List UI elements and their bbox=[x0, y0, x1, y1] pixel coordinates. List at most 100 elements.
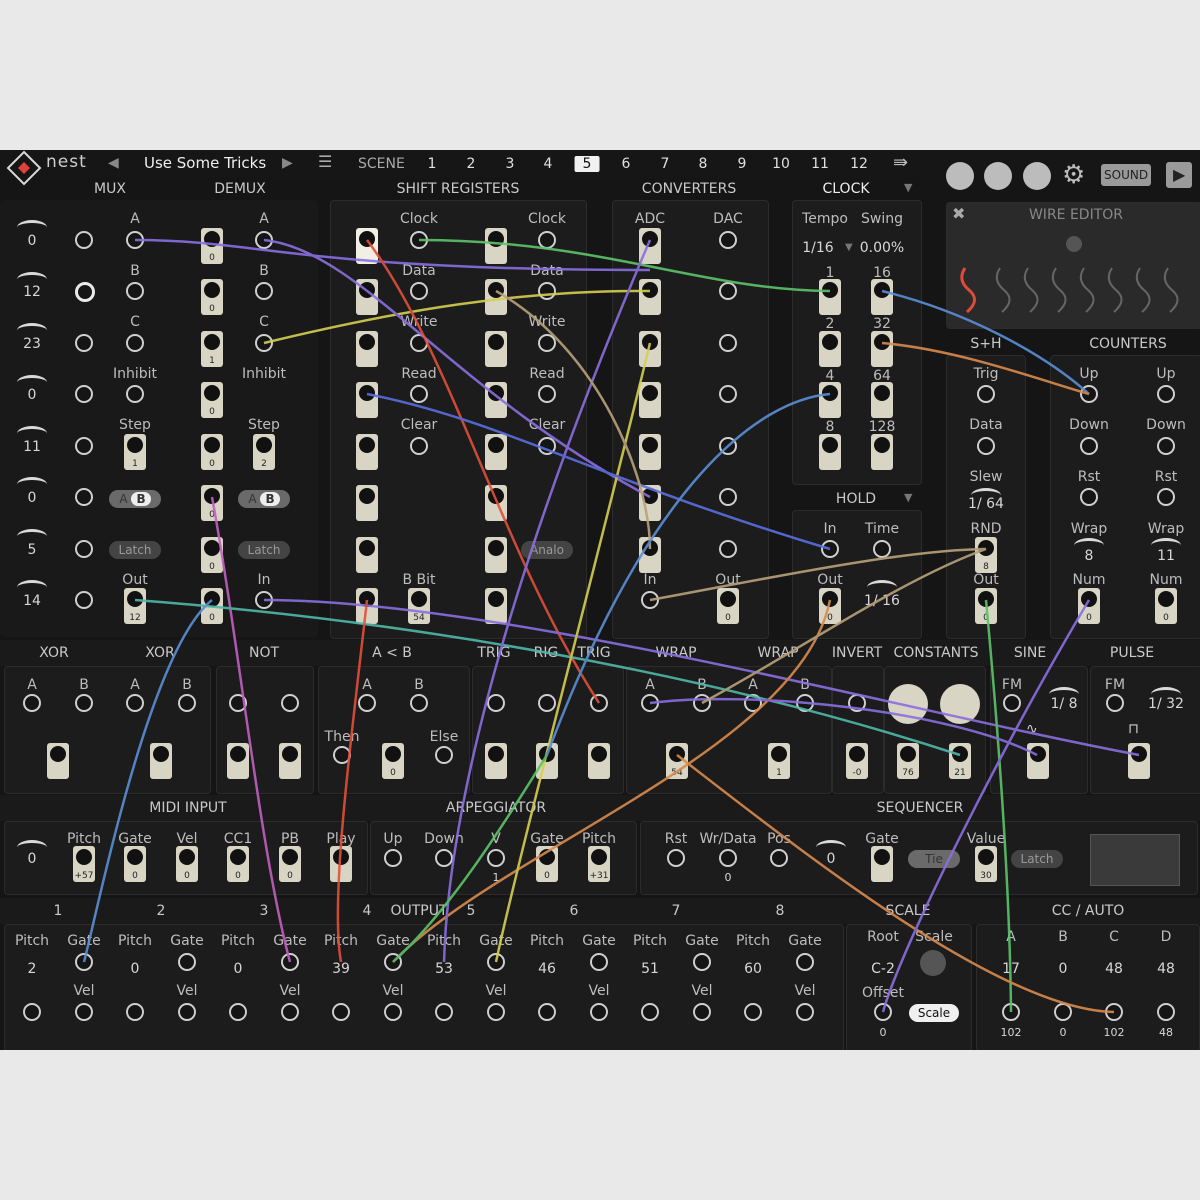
mux-input-jack[interactable] bbox=[75, 488, 93, 506]
out6-vel-jack[interactable] bbox=[590, 1003, 608, 1021]
arp-down-jack[interactable] bbox=[435, 849, 453, 867]
snh-data-jack[interactable] bbox=[977, 437, 995, 455]
wrap2-a-jack[interactable] bbox=[744, 694, 762, 712]
mux-input-jack[interactable] bbox=[75, 334, 93, 352]
sr-socket[interactable] bbox=[356, 537, 378, 573]
cc-c-jack[interactable] bbox=[1105, 1003, 1123, 1021]
seq-step-grid[interactable] bbox=[1090, 834, 1180, 886]
adc-socket[interactable] bbox=[639, 382, 661, 418]
demux-latch-toggle[interactable]: Latch bbox=[238, 541, 290, 559]
out3-pitch-jack[interactable] bbox=[229, 1003, 247, 1021]
sr-socket[interactable] bbox=[356, 331, 378, 367]
demux-ab-socket[interactable]: 0 bbox=[201, 485, 223, 521]
sr2-socket[interactable] bbox=[485, 537, 507, 573]
mux-out-socket[interactable]: 12 bbox=[124, 588, 146, 624]
scale-enable-button[interactable]: Scale bbox=[909, 1004, 959, 1022]
cc-a-jack[interactable] bbox=[1002, 1003, 1020, 1021]
out7-gate-jack[interactable] bbox=[693, 953, 711, 971]
mux-ab-toggle[interactable]: A B bbox=[109, 490, 161, 508]
sr-socket[interactable] bbox=[356, 279, 378, 315]
seq-wrdata-jack[interactable] bbox=[719, 849, 737, 867]
out4-pitch-jack[interactable] bbox=[332, 1003, 350, 1021]
counter1-rst-jack[interactable] bbox=[1080, 488, 1098, 506]
out4-vel-jack[interactable] bbox=[384, 1003, 402, 1021]
dac-jack[interactable] bbox=[719, 282, 737, 300]
sr-socket[interactable] bbox=[356, 588, 378, 624]
sr2-socket[interactable] bbox=[485, 382, 507, 418]
dac-jack[interactable] bbox=[719, 334, 737, 352]
sr2-clock-jack[interactable] bbox=[538, 231, 556, 249]
arp-up-jack[interactable] bbox=[384, 849, 402, 867]
xor1-a-jack[interactable] bbox=[23, 694, 41, 712]
adc-socket[interactable] bbox=[639, 279, 661, 315]
midi-gate-socket[interactable]: 0 bbox=[124, 846, 146, 882]
arp-pitch-socket[interactable]: +31 bbox=[588, 846, 610, 882]
clock-4-socket[interactable] bbox=[819, 382, 841, 418]
tempo-dropdown-icon[interactable]: ▼ bbox=[845, 243, 853, 253]
mux-input-jack[interactable] bbox=[75, 591, 93, 609]
seq-rst-jack[interactable] bbox=[667, 849, 685, 867]
demux-b-socket[interactable]: 0 bbox=[201, 279, 223, 315]
clock-128-socket[interactable] bbox=[871, 434, 893, 470]
counter2-rst-jack[interactable] bbox=[1157, 488, 1175, 506]
clock-16-socket[interactable] bbox=[871, 279, 893, 315]
adc-socket[interactable] bbox=[639, 228, 661, 264]
out2-pitch-jack[interactable] bbox=[126, 1003, 144, 1021]
altb-b-jack[interactable] bbox=[410, 694, 428, 712]
not1-out-socket[interactable] bbox=[227, 743, 249, 779]
altb-then-jack[interactable] bbox=[333, 746, 351, 764]
adc-socket[interactable] bbox=[639, 537, 661, 573]
mux-input-jack[interactable] bbox=[75, 231, 93, 249]
out1-vel-jack[interactable] bbox=[75, 1003, 93, 1021]
trig3-out-socket[interactable] bbox=[588, 743, 610, 779]
constant2-knob[interactable] bbox=[940, 684, 980, 724]
midi-pb-socket[interactable]: 0 bbox=[279, 846, 301, 882]
dac-jack[interactable] bbox=[719, 488, 737, 506]
trig2-in-jack[interactable] bbox=[538, 694, 556, 712]
arp-v-jack[interactable] bbox=[487, 849, 505, 867]
counter2-up-jack[interactable] bbox=[1157, 385, 1175, 403]
tempo-value[interactable]: 1/16 bbox=[802, 241, 833, 255]
sr2-analog-toggle[interactable]: Analo bbox=[521, 541, 573, 559]
demux-step2-socket[interactable]: 2 bbox=[253, 434, 275, 470]
trig1-out-socket[interactable] bbox=[485, 743, 507, 779]
out5-vel-jack[interactable] bbox=[487, 1003, 505, 1021]
out1-gate-jack[interactable] bbox=[75, 953, 93, 971]
xor2-a-jack[interactable] bbox=[126, 694, 144, 712]
constant1-knob[interactable] bbox=[888, 684, 928, 724]
demux-out-socket[interactable]: 0 bbox=[201, 588, 223, 624]
sr2-write-jack[interactable] bbox=[538, 334, 556, 352]
demux-ab-toggle[interactable]: A B bbox=[238, 490, 290, 508]
wrap1-a-jack[interactable] bbox=[641, 694, 659, 712]
midi-pitch-socket[interactable]: +57 bbox=[73, 846, 95, 882]
hold-time-jack[interactable] bbox=[873, 540, 891, 558]
wrap2-out-socket[interactable]: 1 bbox=[768, 743, 790, 779]
sr2-socket[interactable] bbox=[485, 588, 507, 624]
not1-in-jack[interactable] bbox=[229, 694, 247, 712]
wrap2-b-jack[interactable] bbox=[796, 694, 814, 712]
snh-out-socket[interactable]: 0 bbox=[975, 588, 997, 624]
sine-fm-jack[interactable] bbox=[1003, 694, 1021, 712]
cc-d-jack[interactable] bbox=[1157, 1003, 1175, 1021]
sr2-socket[interactable] bbox=[485, 228, 507, 264]
mux-input-jack[interactable] bbox=[75, 282, 95, 302]
demux-latch-socket[interactable]: 0 bbox=[201, 537, 223, 573]
demux-c-jack[interactable] bbox=[255, 334, 273, 352]
clock-1-socket[interactable] bbox=[819, 279, 841, 315]
trig2-out-socket[interactable] bbox=[536, 743, 558, 779]
adc-socket[interactable] bbox=[639, 485, 661, 521]
xor2-b-jack[interactable] bbox=[178, 694, 196, 712]
arp-gate-socket[interactable]: 0 bbox=[536, 846, 558, 882]
sr-clock-jack[interactable] bbox=[410, 231, 428, 249]
out7-pitch-jack[interactable] bbox=[641, 1003, 659, 1021]
out8-pitch-jack[interactable] bbox=[744, 1003, 762, 1021]
out8-gate-jack[interactable] bbox=[796, 953, 814, 971]
out8-vel-jack[interactable] bbox=[796, 1003, 814, 1021]
demux-step-socket[interactable]: 0 bbox=[201, 434, 223, 470]
pulse-out-socket[interactable] bbox=[1128, 743, 1150, 779]
sine-out-socket[interactable] bbox=[1027, 743, 1049, 779]
sr2-clear-jack[interactable] bbox=[538, 437, 556, 455]
sr2-socket[interactable] bbox=[485, 279, 507, 315]
mux-input-jack[interactable] bbox=[75, 437, 93, 455]
not2-out-socket[interactable] bbox=[279, 743, 301, 779]
